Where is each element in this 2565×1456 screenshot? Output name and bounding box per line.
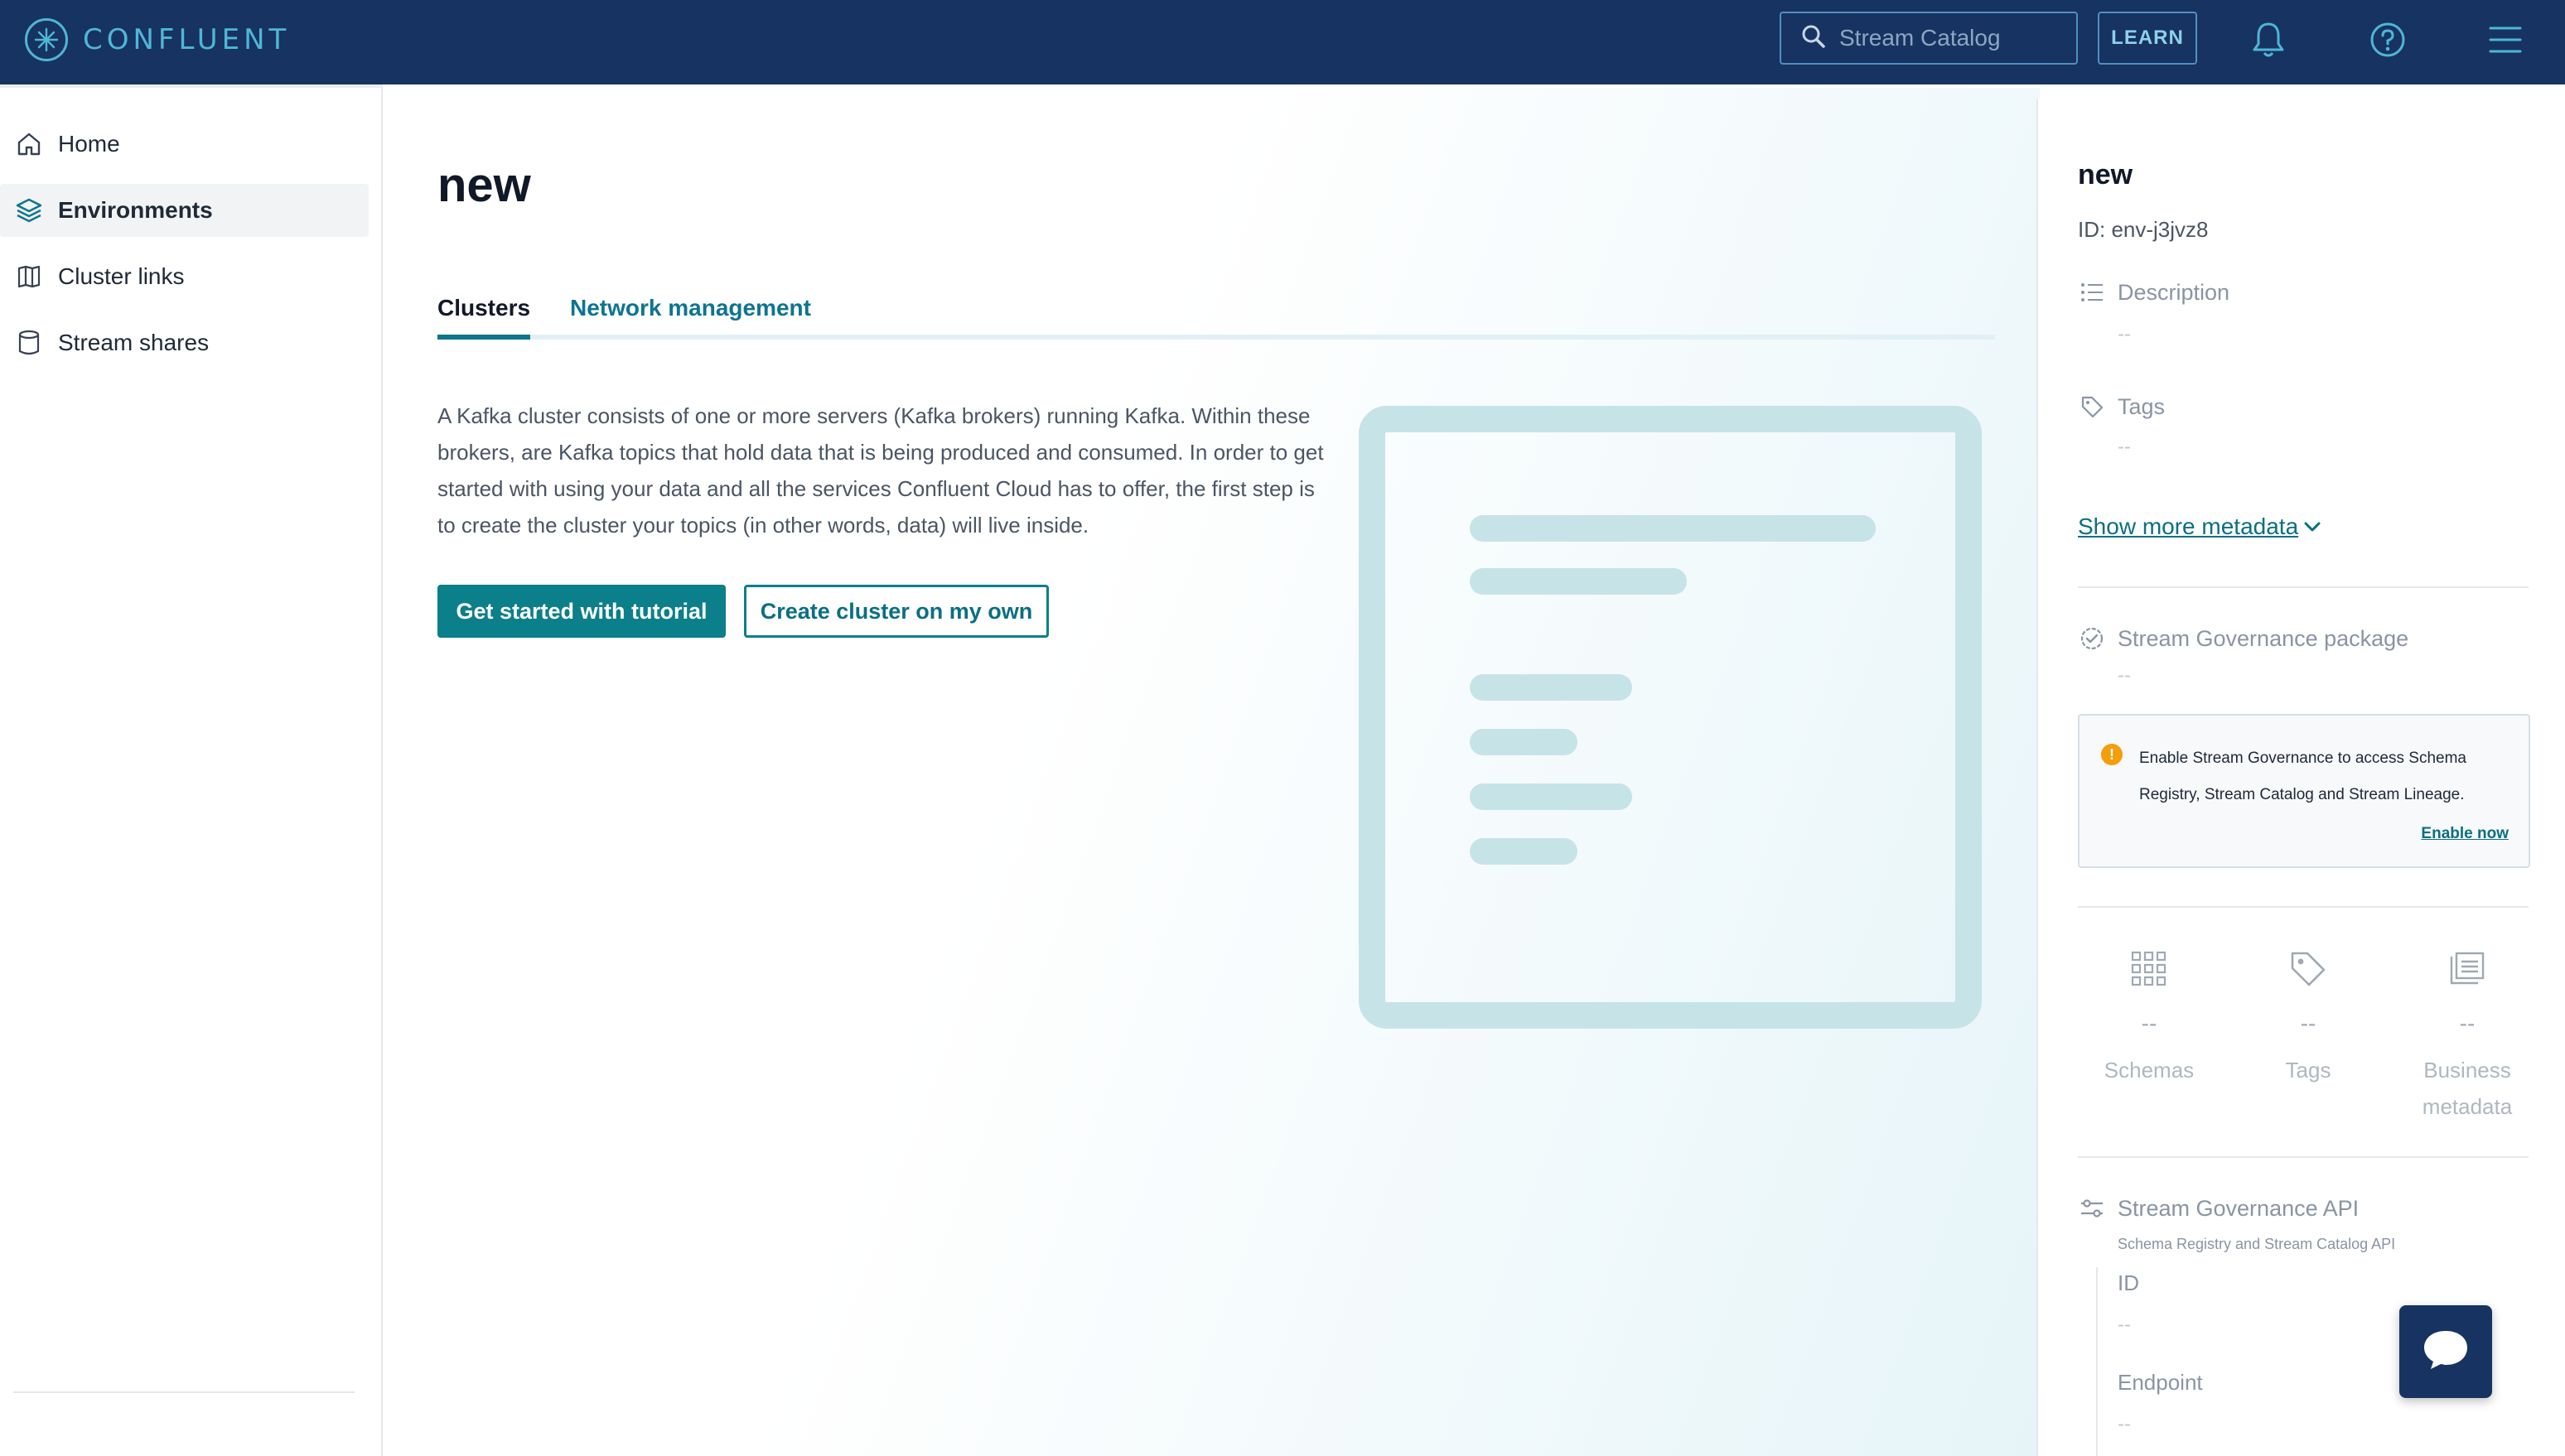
api-id-value: -- [2118,1314,2131,1336]
api-endpoint-label: Endpoint [2118,1370,2203,1395]
notice-text: Enable Stream Governance to access Schem… [2139,750,2466,803]
governance-package-row: Stream Governance package [2078,624,2408,653]
business-metadata-label: Business metadata [2422,1058,2513,1119]
api-divider-line [2096,1267,2098,1456]
governance-api-row: Stream Governance API [2078,1194,2359,1222]
settings-sliders-icon [2078,1194,2106,1222]
tags-value: -- [2118,436,2131,458]
top-navigation-bar: CONFLUENT Stream Catalog LEARN [0,0,2565,84]
environment-details-panel: new ID: env-j3jvz8 Description -- Tags -… [2036,99,2565,1456]
warning-icon: ! [2101,744,2123,765]
home-icon [13,128,45,160]
api-endpoint-value: -- [2118,1413,2131,1435]
sidebar-item-label: Cluster links [58,263,185,289]
governance-package-label: Stream Governance package [2118,625,2409,651]
tags-stat: -- Tags [2234,944,2383,1088]
tags-stat-label: Tags [2285,1058,2331,1082]
tag-icon [2078,393,2106,421]
enable-now-link[interactable]: Enable now [2421,825,2509,843]
panel-divider [2078,1156,2529,1158]
sidebar-item-label: Home [58,131,120,157]
badge-check-icon [2078,624,2106,653]
schemas-label: Schemas [2104,1058,2195,1082]
main-content: new Clusters Network management A Kafka … [383,88,2040,1456]
brand-name: CONFLUENT [83,23,291,56]
sidebar-item-home[interactable]: Home [0,118,369,171]
sidebar-item-environments[interactable]: Environments [0,184,369,237]
get-started-tutorial-button[interactable]: Get started with tutorial [437,585,726,638]
business-metadata-count: -- [2459,1010,2476,1036]
create-cluster-button[interactable]: Create cluster on my own [744,585,1049,638]
schemas-count: -- [2141,1010,2157,1036]
tag-icon [2234,944,2383,994]
list-icon [2078,278,2106,306]
tags-row: Tags [2078,393,2165,421]
help-icon[interactable] [2366,18,2409,61]
description-value: -- [2118,323,2131,345]
sidebar-item-cluster-links[interactable]: Cluster links [0,250,369,303]
learn-button[interactable]: LEARN [2098,12,2197,65]
chevron-down-icon [2303,520,2321,533]
tab-bar: Clusters Network management [437,295,1995,340]
tags-count: -- [2300,1010,2316,1036]
stream-catalog-search[interactable]: Stream Catalog [1780,12,2078,65]
business-metadata-stat: -- Business metadata [2393,944,2542,1125]
panel-divider [2078,906,2529,908]
description-label: Description [2118,279,2230,305]
governance-package-value: -- [2118,664,2131,687]
chat-support-button[interactable] [2399,1305,2492,1398]
show-more-metadata-label: Show more metadata [2078,513,2299,539]
environment-name: new [2078,159,2133,190]
cluster-placeholder-illustration [1359,406,1982,1029]
left-sidebar: Home Environments Cluster links Stream s… [0,84,383,1456]
panel-divider [2078,586,2529,588]
document-icon [2393,944,2542,994]
confluent-logo[interactable]: CONFLUENT [25,18,290,61]
menu-icon[interactable] [2484,18,2527,61]
layers-icon [13,195,45,226]
sidebar-item-stream-shares[interactable]: Stream shares [0,316,369,369]
tab-clusters[interactable]: Clusters [437,295,531,340]
database-icon [13,327,45,359]
governance-notice: ! Enable Stream Governance to access Sch… [2078,714,2530,868]
grid-icon [2075,944,2224,994]
tags-label: Tags [2118,393,2166,419]
chat-bubble-icon [2421,1328,2471,1376]
description-row: Description [2078,278,2229,306]
governance-api-subtitle: Schema Registry and Stream Catalog API [2118,1236,2396,1252]
sidebar-item-label: Stream shares [58,330,210,355]
environment-id: ID: env-j3jvz8 [2078,217,2209,242]
cluster-links-icon [13,261,45,292]
page-title: new [437,158,531,212]
show-more-metadata-link[interactable]: Show more metadata [2078,513,2321,540]
bell-icon[interactable] [2247,18,2290,61]
search-input[interactable]: Stream Catalog [1839,25,2001,51]
confluent-logo-icon [25,18,68,61]
sidebar-divider [13,1391,355,1393]
governance-api-label: Stream Governance API [2118,1195,2360,1221]
search-icon [1801,24,1826,53]
api-id-label: ID [2118,1270,2139,1295]
tab-network-management[interactable]: Network management [570,295,811,340]
clusters-description: A Kafka cluster consists of one or more … [437,403,1324,538]
schemas-stat: -- Schemas [2075,944,2224,1088]
sidebar-item-label: Environments [58,197,213,223]
